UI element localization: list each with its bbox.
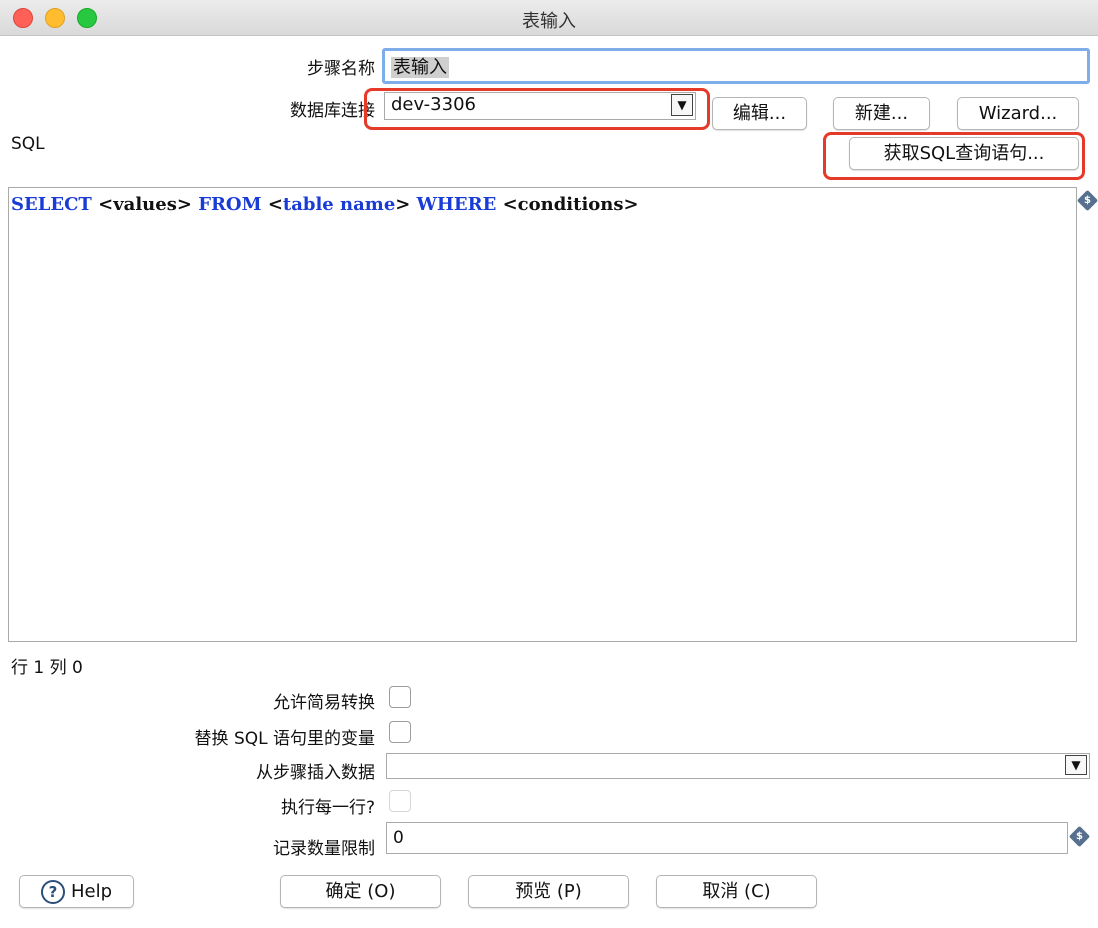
sql-token: <values> bbox=[98, 194, 192, 215]
replace-variables-label: 替换 SQL 语句里的变量 bbox=[194, 729, 375, 749]
ok-button[interactable]: 确定 (O) bbox=[280, 875, 441, 908]
step-name-value: 表输入 bbox=[391, 57, 449, 78]
question-circle-icon: ? bbox=[40, 880, 65, 904]
preview-button[interactable]: 预览 (P) bbox=[468, 875, 629, 908]
help-button[interactable]: ? Help bbox=[19, 875, 134, 908]
sql-keyword: SELECT bbox=[11, 194, 92, 215]
edit-connection-button[interactable]: 编辑... bbox=[712, 97, 807, 130]
sql-keyword: table bbox=[282, 194, 334, 215]
db-connection-label: 数据库连接 bbox=[290, 101, 375, 121]
sql-token: <conditions> bbox=[502, 194, 639, 215]
dollar-diamond-icon[interactable]: $ bbox=[1068, 825, 1091, 848]
sql-label: SQL bbox=[11, 134, 45, 154]
cursor-position: 行 1 列 0 bbox=[11, 658, 83, 678]
limit-value: 0 bbox=[393, 828, 404, 848]
new-connection-button[interactable]: 新建... bbox=[833, 97, 930, 130]
window-title: 表输入 bbox=[522, 11, 576, 32]
sql-token: > bbox=[395, 194, 411, 215]
lazy-conversion-checkbox[interactable] bbox=[389, 686, 411, 708]
sql-editor[interactable]: SELECT <values> FROM <table name> WHERE … bbox=[8, 187, 1077, 642]
sql-keyword: name bbox=[340, 194, 396, 215]
sql-keyword: WHERE bbox=[416, 194, 497, 215]
sql-keyword: FROM bbox=[198, 194, 262, 215]
dollar-diamond-icon[interactable]: $ bbox=[1076, 189, 1098, 212]
sql-token: < bbox=[267, 194, 283, 215]
insert-from-step-label: 从步骤插入数据 bbox=[256, 763, 375, 783]
execute-each-row-label: 执行每一行? bbox=[280, 798, 375, 818]
get-sql-highlight bbox=[823, 132, 1085, 180]
limit-label: 记录数量限制 bbox=[273, 839, 375, 859]
execute-each-row-checkbox[interactable] bbox=[389, 790, 411, 812]
replace-variables-checkbox[interactable] bbox=[389, 721, 411, 743]
limit-field[interactable]: 0 bbox=[386, 822, 1068, 854]
step-name-label: 步骤名称 bbox=[307, 59, 375, 79]
lazy-conversion-label: 允许简易转换 bbox=[273, 693, 375, 713]
window-titlebar: 表输入 bbox=[0, 0, 1098, 36]
db-connection-highlight bbox=[364, 88, 710, 130]
triangle-down-icon: ▼ bbox=[1065, 755, 1087, 775]
step-name-field[interactable]: 表输入 bbox=[382, 48, 1090, 84]
insert-from-step-select[interactable]: ▼ bbox=[386, 753, 1090, 779]
cancel-button[interactable]: 取消 (C) bbox=[656, 875, 817, 908]
wizard-button[interactable]: Wizard... bbox=[957, 97, 1079, 130]
help-label: Help bbox=[70, 881, 113, 902]
